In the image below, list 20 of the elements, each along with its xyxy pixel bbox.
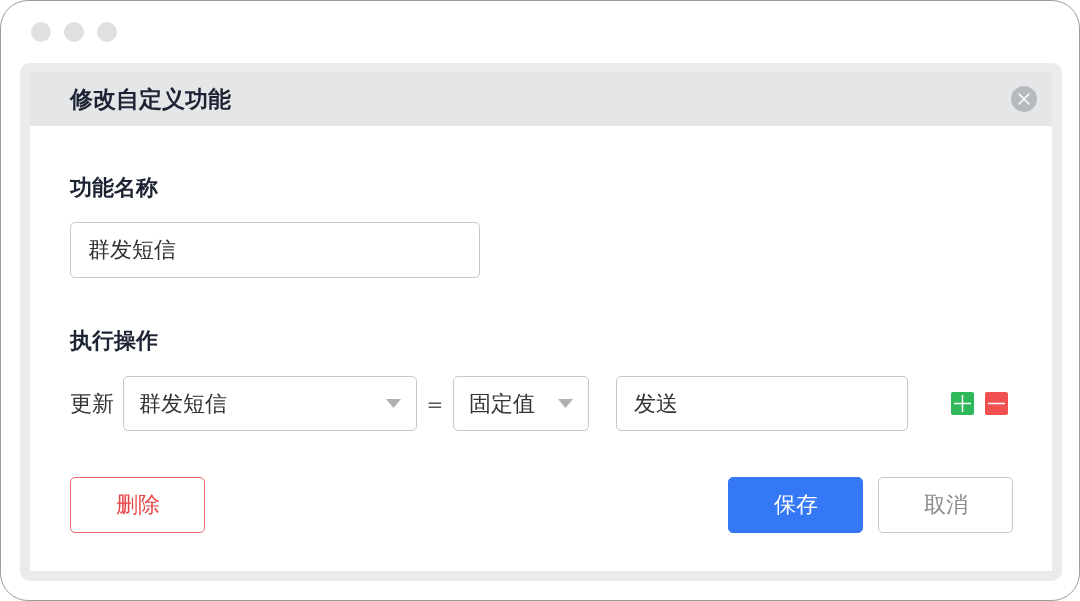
delete-button[interactable]: 删除 (70, 477, 205, 533)
caret-icon (386, 399, 401, 408)
operator-sign: = (425, 391, 445, 416)
window-dot-icon[interactable] (31, 22, 51, 42)
section-label: 执行操作 (70, 327, 158, 355)
window-dot-icon[interactable] (97, 22, 117, 42)
plus-icon[interactable] (951, 392, 974, 415)
minus-icon[interactable] (985, 392, 1008, 415)
window-dot-icon[interactable] (64, 22, 84, 42)
input-field[interactable]: 发送 (616, 376, 908, 431)
cancel-button[interactable]: 取消 (878, 477, 1013, 533)
close-icon[interactable] (1011, 86, 1037, 112)
dialog-title: 修改自定义功能 (70, 85, 231, 114)
action-verb: 更新 (70, 389, 114, 418)
caret-icon (558, 399, 573, 408)
select-field[interactable]: 群发短信 (123, 376, 417, 431)
select-field[interactable]: 固定值 (453, 376, 589, 431)
field-label: 功能名称 (70, 174, 158, 202)
input-field[interactable]: 群发短信 (70, 222, 480, 278)
save-button[interactable]: 保存 (728, 477, 863, 533)
